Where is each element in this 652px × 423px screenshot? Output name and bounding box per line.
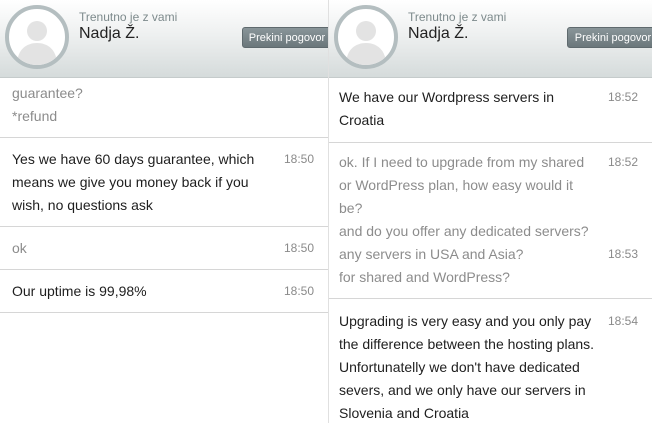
message-text: Upgrading is very easy and you only pay bbox=[339, 313, 592, 329]
agent-name: Nadja Ž. bbox=[79, 25, 140, 42]
message-time: 18:50 bbox=[283, 152, 314, 166]
message-text: Croatia bbox=[339, 112, 385, 128]
end-chat-button[interactable]: Prekini pogovor bbox=[242, 27, 328, 48]
message-time: 18:52 bbox=[607, 90, 638, 104]
chat-message: Yes we have 60 days guarantee, which 18:5… bbox=[0, 138, 328, 227]
message-text: ok. If I need to upgrade from my shared bbox=[339, 154, 585, 170]
message-text: ok bbox=[12, 240, 27, 256]
chat-window-right: Trenutno je z vami Nadja Ž. Prekini pogo… bbox=[328, 0, 652, 423]
message-text: means we give you money back if you bbox=[12, 174, 249, 190]
chat-header: Trenutno je z vami Nadja Ž. Prekini pogo… bbox=[329, 0, 652, 78]
chat-message: guarantee? *refund bbox=[0, 78, 328, 138]
chat-window-left: Trenutno je z vami Nadja Ž. Prekini pogo… bbox=[0, 0, 328, 423]
message-text: for shared and WordPress? bbox=[339, 269, 510, 285]
message-time: 18:50 bbox=[283, 284, 314, 298]
message-text: Unfortunatelly we don't have dedicated bbox=[339, 359, 580, 375]
message-text: severs, and we only have our servers in bbox=[339, 382, 586, 398]
chat-message: We have our Wordpress servers in 18:52 Cr… bbox=[329, 78, 652, 143]
message-text: any servers in USA and Asia? bbox=[339, 246, 524, 262]
message-text: *refund bbox=[12, 108, 58, 124]
agent-name: Nadja Ž. bbox=[408, 25, 469, 42]
message-text: We have our Wordpress servers in bbox=[339, 89, 555, 105]
message-text: Our uptime is 99,98% bbox=[12, 283, 147, 299]
message-text: wish, no questions ask bbox=[12, 197, 153, 213]
chat-message: ok. If I need to upgrade from my shared 1… bbox=[329, 143, 652, 299]
agent-avatar bbox=[5, 5, 69, 69]
message-text: be? bbox=[339, 200, 363, 216]
message-text: Yes we have 60 days guarantee, which bbox=[12, 151, 255, 167]
message-time: 18:50 bbox=[283, 241, 314, 255]
message-text: guarantee? bbox=[12, 85, 83, 101]
message-time: 18:54 bbox=[607, 314, 638, 328]
agent-avatar bbox=[334, 5, 398, 69]
user-silhouette-icon bbox=[346, 21, 386, 65]
chat-message: Our uptime is 99,98% 18:50 bbox=[0, 270, 328, 313]
message-text: or WordPress plan, how easy would it bbox=[339, 177, 573, 193]
agent-status: Trenutno je z vami bbox=[79, 10, 178, 24]
message-text: and do you offer any dedicated servers? bbox=[339, 223, 589, 239]
message-time: 18:53 bbox=[607, 247, 638, 261]
message-time: 18:52 bbox=[607, 155, 638, 169]
user-silhouette-icon bbox=[17, 21, 57, 65]
chat-message: ok 18:50 bbox=[0, 227, 328, 270]
message-text: Slovenia and Croatia bbox=[339, 405, 469, 421]
chat-header: Trenutno je z vami Nadja Ž. Prekini pogo… bbox=[0, 0, 328, 78]
agent-status: Trenutno je z vami bbox=[408, 10, 507, 24]
message-text: the difference between the hosting plans… bbox=[339, 336, 595, 352]
end-chat-button[interactable]: Prekini pogovor bbox=[567, 27, 652, 48]
chat-message: Upgrading is very easy and you only pay 1… bbox=[329, 299, 652, 423]
